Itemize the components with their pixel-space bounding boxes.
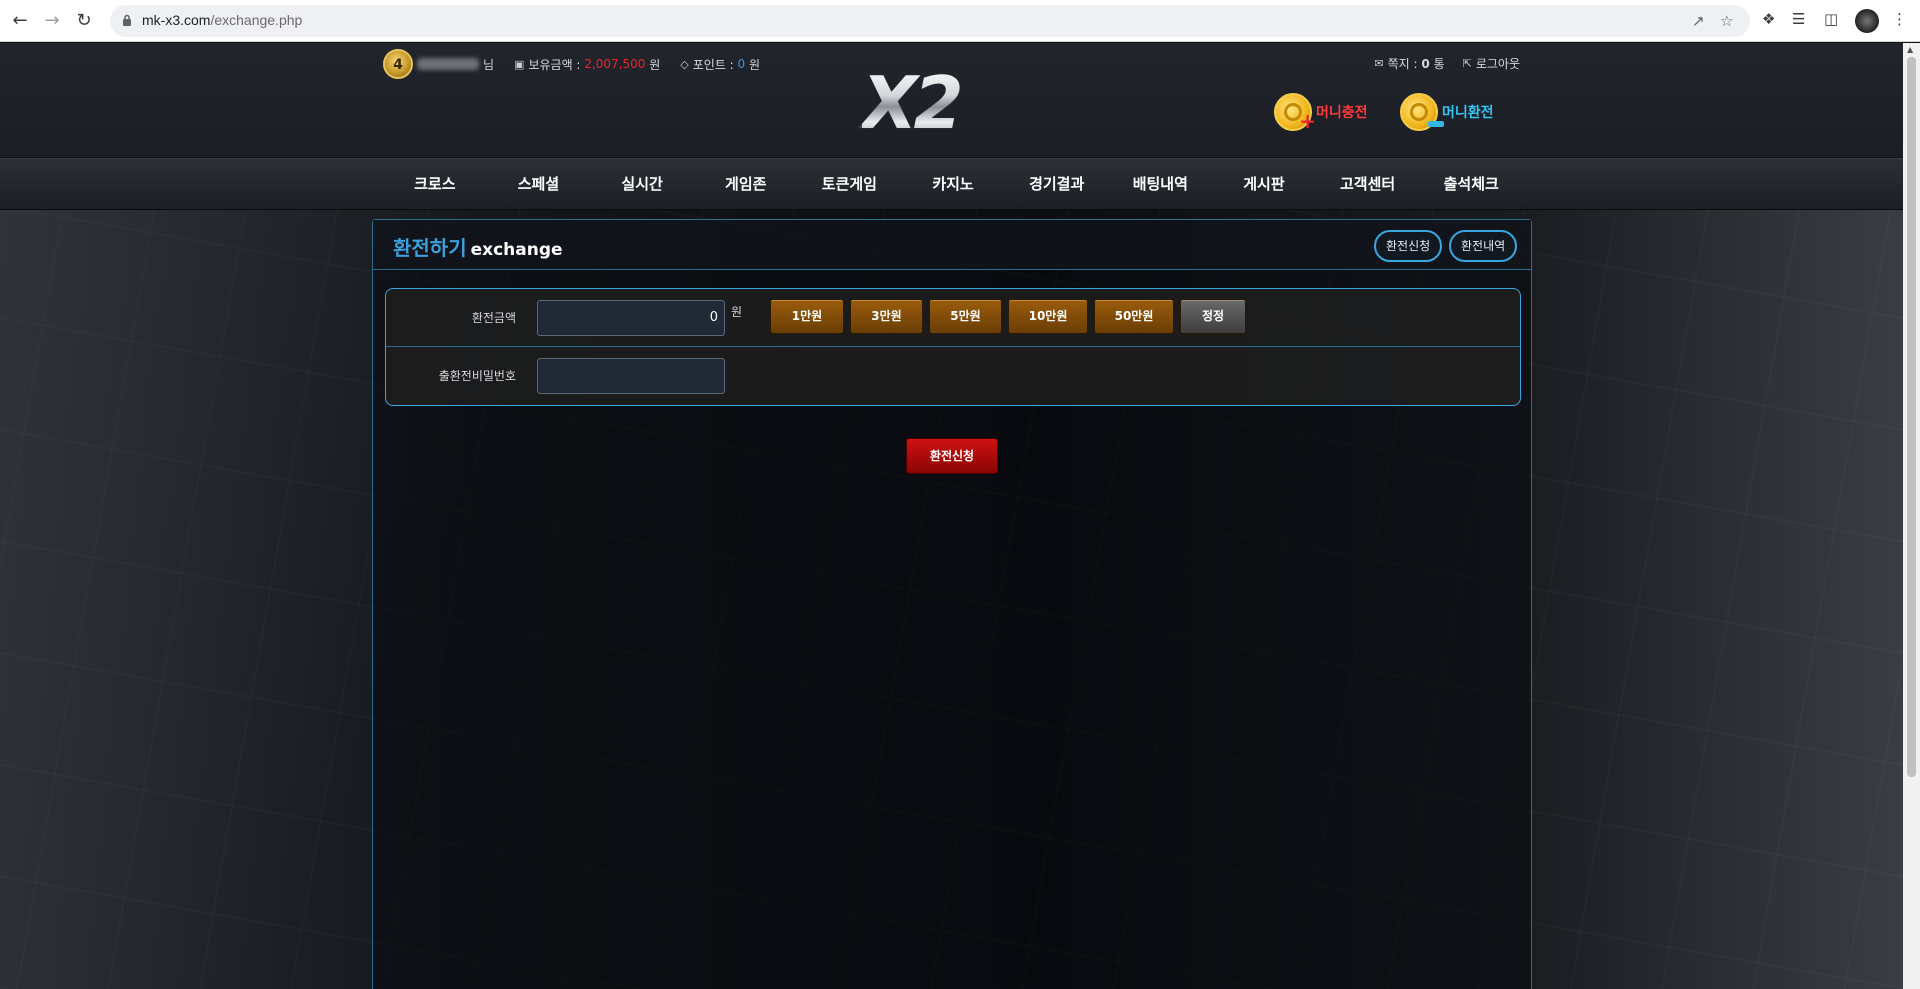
deposit-label: 머니충전 [1316, 105, 1368, 121]
profile-avatar[interactable] [1855, 9, 1879, 33]
amount-input[interactable]: 0 [537, 300, 725, 336]
nav-item-casino[interactable]: 카지노 [901, 159, 1005, 211]
coin-minus-icon [1400, 93, 1444, 131]
name-suffix: 님 [483, 57, 495, 72]
withdraw-button[interactable]: 머니환전 [1400, 93, 1494, 131]
site-header: 4 님 ▣ 보유금액 : 2,007,500 원 ◇ 포인트 : 0 원 ✉ 쪽… [0, 43, 1903, 158]
password-input[interactable] [537, 358, 725, 394]
password-row: 출환전비밀번호 [386, 347, 1520, 405]
page-background: 4 님 ▣ 보유금액 : 2,007,500 원 ◇ 포인트 : 0 원 ✉ 쪽… [0, 43, 1903, 989]
lock-icon [123, 14, 131, 26]
point-label: 포인트 : [692, 57, 734, 72]
user-actions: ✉ 쪽지 : 0 통 ⇱ 로그아웃 [1374, 55, 1520, 72]
bookmark-star-icon[interactable]: ☆ [1720, 12, 1733, 30]
nav-item-results[interactable]: 경기결과 [1005, 159, 1109, 211]
nav-item-special[interactable]: 스페셜 [487, 159, 591, 211]
reset-button[interactable]: 정정 [1180, 299, 1246, 334]
amount-label: 환전금액 [471, 311, 516, 325]
reload-icon[interactable]: ↻ [72, 9, 96, 33]
add-100k-button[interactable]: 10만원 [1008, 299, 1088, 334]
nav-menu: 크로스 스페셜 실시간 게임존 토큰게임 카지노 경기결과 배팅내역 게시판 고… [383, 159, 1523, 211]
title-korean: 환전하기 [393, 236, 467, 260]
add-10k-button[interactable]: 1만원 [770, 299, 844, 334]
password-label: 출환전비밀번호 [438, 369, 516, 383]
logout-link[interactable]: 로그아웃 [1476, 55, 1520, 72]
nav-item-cross[interactable]: 크로스 [383, 159, 487, 211]
point-value: 0 [737, 57, 746, 71]
amount-unit: 원 [731, 305, 743, 319]
nav-item-bet-history[interactable]: 배팅내역 [1108, 159, 1212, 211]
diamond-icon: ◇ [680, 57, 689, 71]
nav-item-attendance[interactable]: 출석체크 [1419, 159, 1523, 211]
envelope-icon: ✉ [1374, 57, 1384, 70]
balance-value: 2,007,500 [584, 57, 646, 71]
exchange-form: 환전금액 0 원 1만원 3만원 5만원 10만원 50만원 정정 출환전비밀번… [385, 288, 1521, 406]
username-blurred [417, 58, 479, 70]
nav-item-token-game[interactable]: 토큰게임 [798, 159, 902, 211]
balance-unit: 원 [649, 57, 661, 72]
level-medal-icon: 4 [383, 49, 413, 79]
scroll-thumb[interactable] [1907, 57, 1916, 777]
message-count: 0 [1421, 57, 1430, 71]
page-scrollbar[interactable]: ▲ [1903, 43, 1920, 989]
forward-icon[interactable]: → [40, 9, 64, 33]
amount-row: 환전금액 0 원 1만원 3만원 5만원 10만원 50만원 정정 [386, 289, 1520, 347]
add-30k-button[interactable]: 3만원 [850, 299, 923, 334]
site-logo[interactable]: X2 [862, 65, 1032, 141]
title-english: exchange [470, 240, 563, 260]
nav-item-live[interactable]: 실시간 [590, 159, 694, 211]
submit-exchange-button[interactable]: 환전신청 [906, 438, 998, 474]
menu-kebab-icon[interactable]: ⋮ [1892, 10, 1907, 28]
coin-plus-icon: + [1274, 93, 1316, 131]
browser-toolbar: ← → ↻ mk-x3.com/exchange.php ↗ ☆ ❖ ☰ ◫ ⋮ [0, 0, 1920, 42]
address-bar[interactable]: mk-x3.com/exchange.php ↗ ☆ [110, 5, 1750, 37]
deposit-button[interactable]: + 머니충전 [1274, 93, 1368, 131]
page-title: 환전하기 exchange [393, 232, 563, 261]
wallet-icon: ▣ [514, 57, 525, 71]
url-text: mk-x3.com/exchange.php [142, 12, 303, 28]
nav-item-support[interactable]: 고객센터 [1316, 159, 1420, 211]
nav-item-gamezone[interactable]: 게임존 [694, 159, 798, 211]
share-icon[interactable]: ↗ [1692, 12, 1705, 30]
exchange-history-tab[interactable]: 환전내역 [1449, 230, 1518, 262]
exchange-panel: 환전하기 exchange 환전신청 환전내역 환전금액 0 원 1만원 3만원 … [372, 219, 1532, 989]
back-icon[interactable]: ← [8, 9, 32, 33]
add-50k-button[interactable]: 5만원 [929, 299, 1002, 334]
withdraw-label: 머니환전 [1442, 105, 1494, 121]
media-icon[interactable]: ☰ [1792, 10, 1805, 28]
point-unit: 원 [749, 57, 761, 72]
balance-label: 보유금액 : [528, 57, 581, 72]
user-info: 4 님 ▣ 보유금액 : 2,007,500 원 ◇ 포인트 : 0 원 [383, 49, 761, 79]
main-nav: 크로스 스페셜 실시간 게임존 토큰게임 카지노 경기결과 배팅내역 게시판 고… [0, 158, 1903, 210]
extensions-icon[interactable]: ❖ [1762, 10, 1775, 28]
sidepanel-icon[interactable]: ◫ [1824, 10, 1838, 28]
logout-icon: ⇱ [1462, 57, 1472, 70]
exchange-request-tab[interactable]: 환전신청 [1374, 230, 1443, 262]
panel-header: 환전하기 exchange 환전신청 환전내역 [373, 220, 1531, 270]
logo-text: X2 [862, 65, 1032, 141]
add-500k-button[interactable]: 50만원 [1094, 299, 1174, 334]
scroll-up-icon[interactable]: ▲ [1907, 45, 1913, 54]
message-link[interactable]: 쪽지 : 0 통 [1388, 55, 1445, 72]
nav-item-board[interactable]: 게시판 [1212, 159, 1316, 211]
